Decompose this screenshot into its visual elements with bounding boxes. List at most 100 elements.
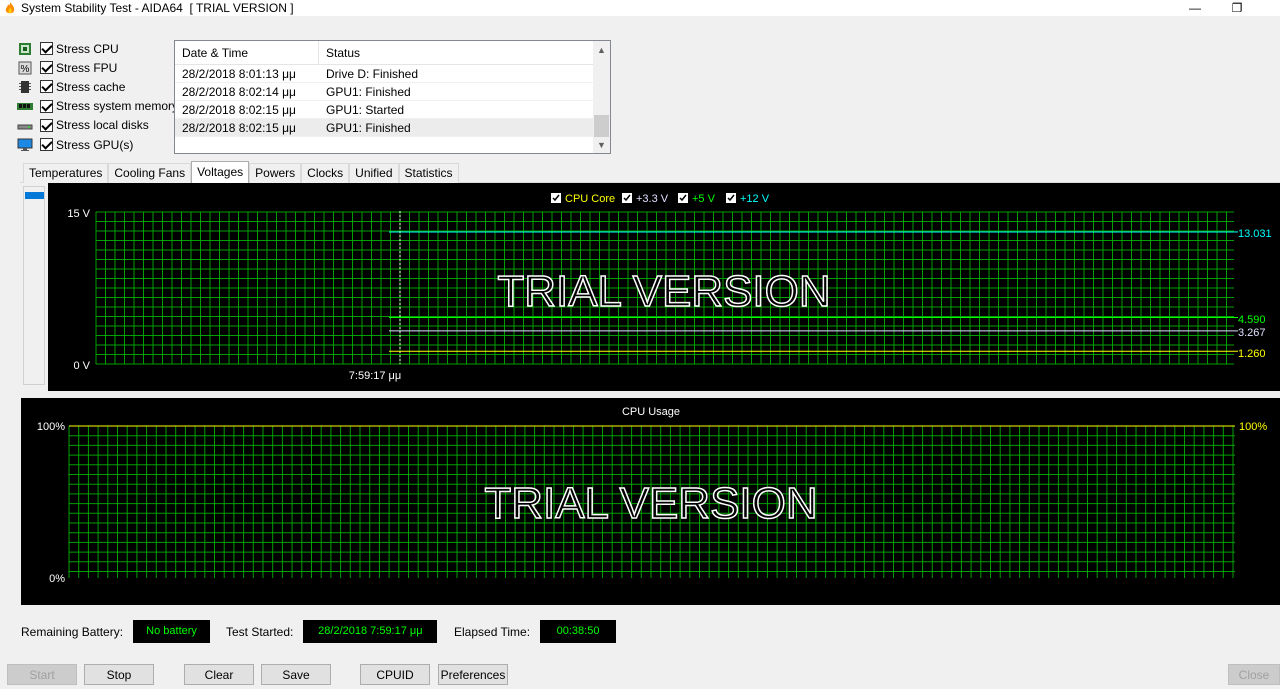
stress-cache-option[interactable]: Stress cache bbox=[17, 77, 178, 96]
cpuid-button[interactable]: CPUID bbox=[360, 664, 430, 685]
log-time: 28/2/2018 8:02:15 μμ bbox=[182, 121, 296, 135]
log-status: GPU1: Finished bbox=[326, 121, 411, 135]
stress-memory-option[interactable]: Stress system memory bbox=[17, 97, 178, 116]
test-started-label: Test Started: bbox=[226, 624, 294, 639]
readout-cpu-core: 1.260 bbox=[1238, 348, 1266, 360]
cache-icon bbox=[17, 80, 33, 94]
stress-disks-checkbox[interactable] bbox=[40, 118, 53, 132]
start-button[interactable]: Start bbox=[7, 664, 77, 685]
cpu-usage-chart: CPU Usage 100% 0% 100% TRIAL VERSION bbox=[21, 398, 1280, 605]
y-axis-min-label: 0 V bbox=[73, 360, 90, 372]
readout-5v: 4.590 bbox=[1238, 314, 1266, 326]
legend-label-5v: +5 V bbox=[692, 193, 716, 205]
legend-label-cpu-core: CPU Core bbox=[565, 193, 615, 205]
cpu-y-min-label: 0% bbox=[49, 573, 65, 585]
cpu-readout: 100% bbox=[1239, 421, 1267, 433]
table-row[interactable]: 28/2/2018 8:02:14 μμ GPU1: Finished bbox=[175, 83, 610, 101]
log-status: GPU1: Finished bbox=[326, 85, 411, 99]
test-started-value: 28/2/2018 7:59:17 μμ bbox=[303, 620, 438, 643]
svg-text:%: % bbox=[21, 64, 30, 75]
title-bar: System Stability Test - AIDA64 [ TRIAL V… bbox=[0, 0, 1280, 16]
tab-powers[interactable]: Powers bbox=[249, 163, 302, 183]
stress-memory-checkbox[interactable] bbox=[40, 99, 53, 113]
scroll-up-icon[interactable]: ▲ bbox=[593, 41, 610, 58]
memory-icon bbox=[17, 99, 33, 113]
tab-temperatures[interactable]: Temperatures bbox=[23, 163, 109, 183]
log-time: 28/2/2018 8:02:14 μμ bbox=[182, 85, 296, 99]
battery-status: Remaining Battery: No battery bbox=[21, 620, 211, 643]
legend-label-3v3: +3.3 V bbox=[636, 193, 669, 205]
clear-button[interactable]: Clear bbox=[184, 664, 254, 685]
stress-gpu-option[interactable]: Stress GPU(s) bbox=[17, 135, 178, 154]
battery-value: No battery bbox=[133, 620, 211, 643]
stress-disks-label: Stress local disks bbox=[56, 118, 149, 133]
elapsed-status: Elapsed Time: 00:38:50 bbox=[454, 620, 617, 643]
table-row[interactable]: 28/2/2018 8:02:15 μμ GPU1: Started bbox=[175, 101, 610, 119]
save-button[interactable]: Save bbox=[261, 664, 331, 685]
stress-cache-checkbox[interactable] bbox=[40, 80, 53, 94]
column-header-datetime[interactable]: Date & Time bbox=[175, 41, 319, 64]
cpu-icon bbox=[17, 42, 33, 56]
elapsed-value: 00:38:50 bbox=[540, 620, 617, 643]
log-time: 28/2/2018 8:01:13 μμ bbox=[182, 67, 296, 81]
table-row[interactable]: 28/2/2018 8:02:15 μμ GPU1: Finished bbox=[175, 119, 610, 137]
log-status: Drive D: Finished bbox=[326, 67, 419, 81]
tab-bar: Temperatures Cooling Fans Voltages Power… bbox=[23, 161, 459, 183]
trial-watermark: TRIAL VERSION bbox=[497, 267, 830, 316]
minimize-button[interactable]: — bbox=[1172, 0, 1218, 16]
cpu-usage-chart-svg: CPU Usage 100% 0% 100% TRIAL VERSION bbox=[37, 406, 1267, 585]
x-marker-label: 7:59:17 μμ bbox=[349, 370, 401, 382]
y-axis-max-label: 15 V bbox=[67, 208, 90, 220]
readout-12v: 13.031 bbox=[1238, 228, 1272, 240]
cpu-trial-watermark: TRIAL VERSION bbox=[484, 479, 817, 528]
stress-fpu-label: Stress FPU bbox=[56, 60, 118, 75]
stress-cpu-option[interactable]: Stress CPU bbox=[17, 39, 178, 58]
log-status: GPU1: Started bbox=[326, 103, 405, 117]
stress-cpu-checkbox[interactable] bbox=[40, 42, 53, 56]
stress-gpu-checkbox[interactable] bbox=[40, 138, 53, 152]
readout-3v3: 3.267 bbox=[1238, 327, 1266, 339]
log-time: 28/2/2018 8:02:15 μμ bbox=[182, 103, 296, 117]
log-header: Date & Time Status bbox=[175, 41, 610, 65]
flame-icon bbox=[5, 2, 15, 14]
stress-fpu-checkbox[interactable] bbox=[40, 61, 53, 75]
voltage-chart: CPU Core +3.3 V +5 V +12 V 15 V 0 V 7:59… bbox=[48, 183, 1280, 391]
voltage-chart-svg: CPU Core +3.3 V +5 V +12 V 15 V 0 V 7:59… bbox=[67, 193, 1272, 382]
log-scrollbar[interactable]: ▲ ▼ bbox=[593, 41, 610, 153]
legend-5v[interactable]: +5 V bbox=[678, 193, 716, 205]
tab-cooling-fans[interactable]: Cooling Fans bbox=[108, 163, 192, 183]
disk-icon bbox=[17, 118, 33, 132]
voltage-legend: CPU Core +3.3 V +5 V +12 V bbox=[551, 193, 770, 205]
tab-voltages[interactable]: Voltages bbox=[191, 161, 250, 183]
fpu-icon: % bbox=[17, 61, 33, 75]
column-header-status[interactable]: Status bbox=[319, 41, 594, 64]
stress-gpu-label: Stress GPU(s) bbox=[56, 137, 134, 152]
sensor-list-scrollbar[interactable] bbox=[23, 186, 45, 385]
legend-3v3[interactable]: +3.3 V bbox=[622, 193, 669, 205]
tab-clocks[interactable]: Clocks bbox=[301, 163, 350, 183]
scroll-down-icon[interactable]: ▼ bbox=[593, 136, 610, 153]
legend-12v[interactable]: +12 V bbox=[726, 193, 770, 205]
stop-button[interactable]: Stop bbox=[84, 664, 154, 685]
event-log-table[interactable]: Date & Time Status 28/2/2018 8:01:13 μμ … bbox=[174, 40, 611, 154]
stress-disks-option[interactable]: Stress local disks bbox=[17, 116, 178, 135]
table-row[interactable]: 28/2/2018 8:01:13 μμ Drive D: Finished bbox=[175, 65, 610, 83]
cpu-chart-title: CPU Usage bbox=[622, 406, 680, 418]
tab-statistics[interactable]: Statistics bbox=[398, 163, 459, 183]
stress-fpu-option[interactable]: % Stress FPU bbox=[17, 58, 178, 77]
test-started-status: Test Started: 28/2/2018 7:59:17 μμ bbox=[226, 620, 438, 643]
selected-sensor-marker[interactable] bbox=[25, 192, 44, 199]
close-button[interactable]: Close bbox=[1228, 664, 1280, 685]
legend-cpu-core[interactable]: CPU Core bbox=[551, 193, 615, 205]
battery-label: Remaining Battery: bbox=[21, 624, 124, 639]
window-title: System Stability Test - AIDA64 [ TRIAL V… bbox=[21, 1, 294, 15]
stress-cache-label: Stress cache bbox=[56, 79, 126, 94]
scroll-thumb[interactable] bbox=[594, 115, 609, 137]
stress-options: Stress CPU % Stress FPU Stress cache Str… bbox=[17, 39, 178, 154]
cpu-y-max-label: 100% bbox=[37, 421, 65, 433]
tab-unified[interactable]: Unified bbox=[349, 163, 399, 183]
elapsed-label: Elapsed Time: bbox=[454, 624, 531, 639]
preferences-button[interactable]: Preferences bbox=[438, 664, 508, 685]
stress-memory-label: Stress system memory bbox=[56, 99, 179, 114]
restore-button[interactable]: ❐ bbox=[1214, 0, 1260, 16]
